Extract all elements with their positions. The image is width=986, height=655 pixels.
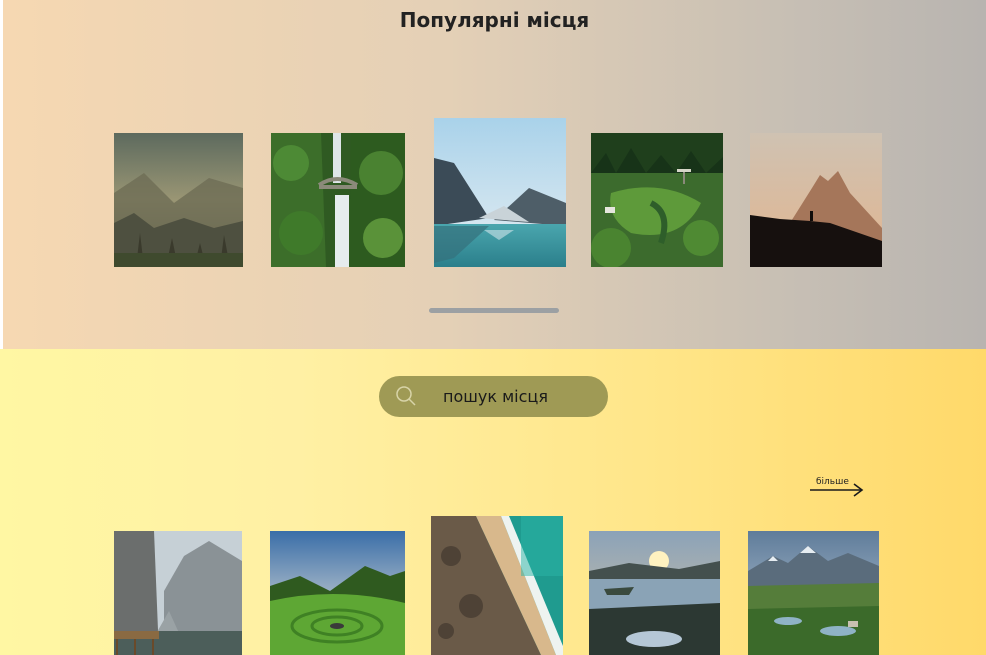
popular-place-card[interactable] bbox=[591, 133, 723, 267]
search-icon bbox=[396, 386, 416, 406]
green-valley-photo bbox=[591, 133, 723, 267]
arrow-right-icon bbox=[810, 483, 864, 497]
search-bar[interactable]: пошук місця bbox=[379, 376, 608, 417]
misty-mountains-photo bbox=[114, 133, 243, 267]
sunset-lake-photo bbox=[589, 531, 720, 655]
mountain-lake-photo bbox=[434, 118, 566, 267]
place-card[interactable] bbox=[748, 531, 879, 655]
sunset-meadow-photo bbox=[270, 531, 405, 655]
aerial-beach-photo bbox=[431, 516, 563, 655]
popular-places-section: Популярні місця bbox=[3, 0, 986, 349]
place-card[interactable] bbox=[270, 531, 405, 655]
alpine-valley-photo bbox=[748, 531, 879, 655]
place-card[interactable] bbox=[114, 531, 242, 655]
more-link[interactable]: більше bbox=[808, 477, 868, 499]
popular-place-card[interactable] bbox=[434, 118, 566, 267]
places-section: пошук місця більше bbox=[0, 349, 986, 655]
popular-place-card[interactable] bbox=[271, 133, 405, 267]
popular-place-card[interactable] bbox=[750, 133, 882, 267]
cliff-lake-photo bbox=[114, 531, 242, 655]
search-input[interactable]: пошук місця bbox=[443, 387, 548, 406]
waterfall-bridge-photo bbox=[271, 133, 405, 267]
popular-place-card[interactable] bbox=[114, 133, 243, 267]
mountain-silhouette-photo bbox=[750, 133, 882, 267]
carousel-scrollbar[interactable] bbox=[429, 308, 559, 313]
place-card[interactable] bbox=[589, 531, 720, 655]
page-title: Популярні місця bbox=[399, 8, 590, 32]
place-card[interactable] bbox=[431, 516, 563, 655]
